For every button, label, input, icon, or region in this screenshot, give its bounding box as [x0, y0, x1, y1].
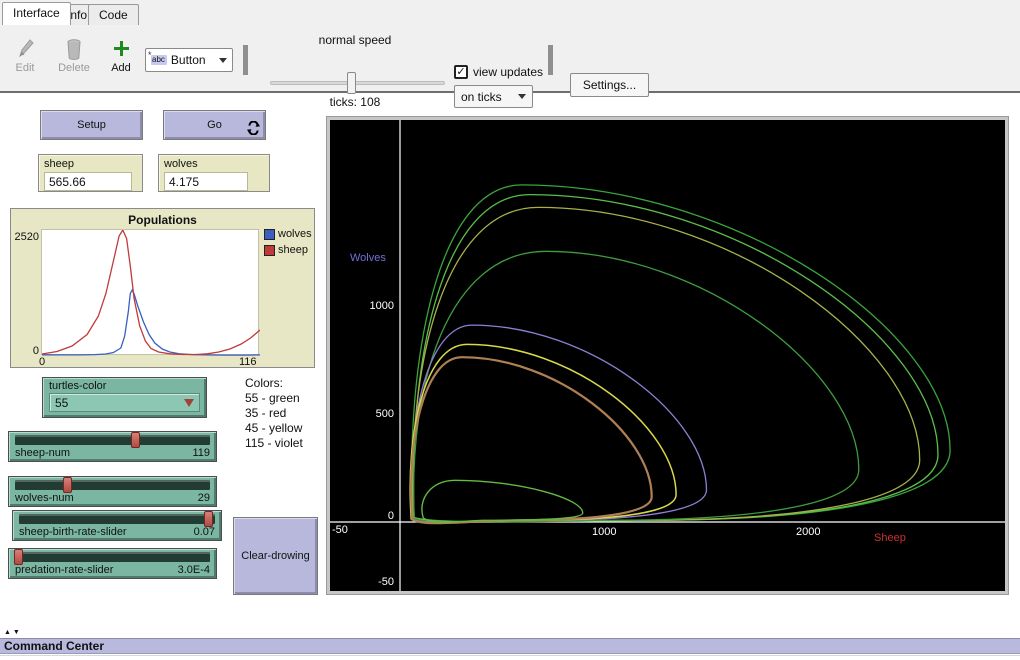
ytick-500: 500 — [356, 408, 394, 420]
ytick-neg50: -50 — [356, 576, 394, 588]
widget-type-value: Button — [171, 53, 206, 67]
trash-icon — [65, 38, 83, 60]
sheep-pen-swatch — [264, 245, 275, 256]
tab-bar: Interface Info Code — [0, 0, 1020, 25]
ytick-1000: 1000 — [356, 300, 394, 312]
pencil-icon — [16, 38, 34, 60]
tab-interface[interactable]: Interface — [2, 2, 71, 25]
widget-type-dropdown[interactable]: * abc Button — [145, 48, 233, 72]
chooser-dropdown-icon — [184, 399, 194, 407]
slider-thumb[interactable] — [131, 432, 140, 448]
plot-lines — [42, 230, 260, 356]
slider-thumb[interactable] — [14, 549, 23, 565]
sheep-axis-label: Sheep — [874, 532, 906, 544]
plus-icon — [112, 38, 131, 60]
setup-button[interactable]: Setup — [40, 110, 143, 140]
speed-slider[interactable] — [270, 81, 445, 85]
checkbox-check-icon[interactable]: ✓ — [454, 65, 468, 79]
update-mode-dropdown[interactable]: on ticks — [454, 85, 533, 108]
settings-button[interactable]: Settings... — [570, 73, 649, 97]
command-center-input-area[interactable] — [0, 655, 1020, 660]
wolves-axis-label: Wolves — [350, 252, 386, 264]
populations-plot: Populations 2520 0 0 116 wolves sheep — [10, 208, 315, 368]
slider-track[interactable] — [15, 480, 210, 490]
plot-canvas — [41, 229, 259, 355]
wolves-monitor-value: 4.175 — [164, 172, 248, 191]
xtick-neg50: -50 — [332, 524, 348, 536]
slider-track[interactable] — [19, 514, 215, 524]
delete-button[interactable]: Delete — [52, 38, 96, 74]
slider-thumb[interactable] — [63, 477, 72, 493]
clear-drawing-button[interactable]: Clear-drowing — [233, 517, 318, 595]
slider-track[interactable] — [15, 552, 210, 562]
world-view: Wolves 1000 500 0 -50 -50 1000 2000 Shee… — [327, 117, 1008, 594]
phase-plot — [330, 120, 1005, 591]
update-mode-value: on ticks — [461, 90, 502, 104]
chevron-down-icon — [219, 58, 227, 63]
delete-label: Delete — [58, 62, 90, 74]
toolbar-separator — [243, 45, 248, 75]
plot-xmin: 0 — [39, 356, 45, 368]
edit-label: Edit — [16, 62, 35, 74]
splitter-arrows-icon[interactable]: ▲▼ — [4, 629, 22, 636]
plot-title: Populations — [11, 213, 314, 227]
slider-thumb[interactable] — [204, 511, 213, 527]
sheep-num-slider[interactable]: sheep-num119 — [8, 431, 217, 462]
sheep-monitor-label: sheep — [44, 158, 137, 170]
plot-xmax: 116 — [239, 356, 257, 368]
ticks-counter: ticks: 108 — [262, 95, 448, 109]
colors-note: Colors: 55 - green 35 - red 45 - yellow … — [245, 376, 303, 451]
plot-ymin: 0 — [13, 345, 39, 357]
sheep-monitor-value: 565.66 — [44, 172, 132, 191]
view-updates-label: view updates — [473, 65, 543, 79]
view-updates-checkbox[interactable]: ✓ view updates — [454, 65, 543, 79]
speed-slider-label: normal speed — [262, 33, 448, 47]
edit-button[interactable]: Edit — [8, 38, 42, 74]
chevron-down-icon — [518, 94, 526, 99]
tab-code[interactable]: Code — [88, 4, 139, 25]
sheep-monitor: sheep 565.66 — [38, 154, 143, 192]
ytick-0: 0 — [356, 510, 394, 522]
plot-ymax: 2520 — [13, 231, 39, 243]
chooser-label: turtles-color — [49, 380, 200, 392]
wolves-monitor: wolves 4.175 — [158, 154, 270, 192]
command-center-splitter[interactable]: ▲▼ — [0, 628, 1020, 638]
predation-rate-slider[interactable]: predation-rate-slider3.0E-4 — [8, 548, 217, 579]
toolbar: Edit Delete Add * abc Button normal spee… — [0, 25, 1020, 93]
toolbar-separator — [548, 45, 553, 75]
add-widget-button[interactable]: Add — [104, 38, 138, 74]
slider-track[interactable] — [15, 435, 210, 445]
world-view-canvas: Wolves 1000 500 0 -50 -50 1000 2000 Shee… — [330, 120, 1005, 591]
speed-slider-thumb[interactable] — [347, 72, 356, 94]
command-center-title: Command Center — [0, 639, 104, 653]
go-button[interactable]: Go — [163, 110, 266, 140]
xtick-2000: 2000 — [796, 526, 820, 538]
legend-wolves: wolves — [264, 228, 312, 240]
legend-sheep: sheep — [264, 244, 308, 256]
wolves-pen-swatch — [264, 229, 275, 240]
add-label: Add — [111, 62, 131, 74]
sheep-birth-rate-slider[interactable]: sheep-birth-rate-slider0.07 — [12, 510, 222, 541]
wolves-monitor-label: wolves — [164, 158, 264, 170]
forever-icon — [247, 121, 260, 135]
chooser-value: 55 — [55, 396, 68, 410]
command-center-bar: Command Center — [0, 638, 1020, 654]
wolves-num-slider[interactable]: wolves-num29 — [8, 476, 217, 507]
chooser-field[interactable]: 55 — [49, 393, 200, 412]
turtles-color-chooser[interactable]: turtles-color 55 — [42, 377, 207, 418]
button-widget-icon: * abc — [151, 55, 167, 65]
xtick-1000: 1000 — [592, 526, 616, 538]
